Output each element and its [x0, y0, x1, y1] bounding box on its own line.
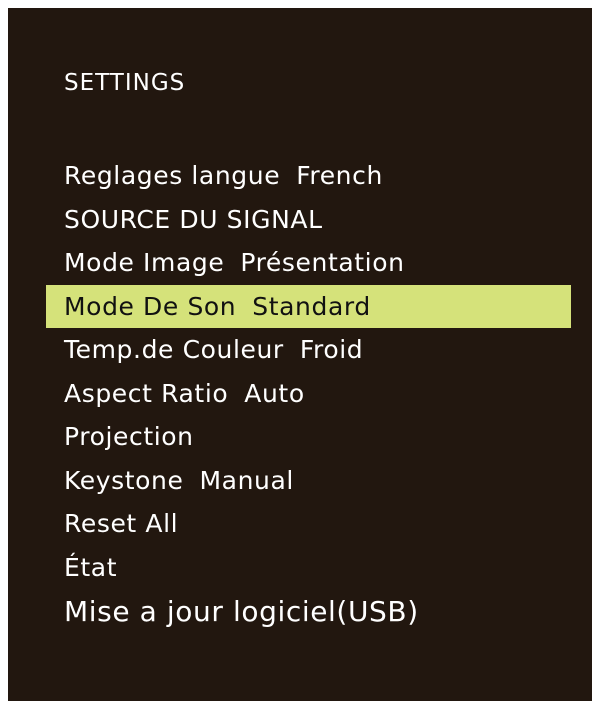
menu-item-label: SOURCE DU SIGNAL [64, 204, 323, 234]
menu-item-label: Aspect Ratio [64, 378, 229, 408]
menu-item-value: Manual [199, 465, 294, 495]
menu-title: SETTINGS [64, 70, 186, 96]
menu-item-keystone[interactable]: Keystone Manual [46, 459, 571, 503]
menu-item-value: Standard [252, 291, 371, 321]
menu-item-value: French [296, 161, 383, 190]
menu-item-sound-mode[interactable]: Mode De Son Standard [46, 284, 571, 328]
menu-item-reset-all[interactable]: Reset All [46, 502, 571, 546]
menu-item-projection[interactable]: Projection [46, 415, 571, 459]
menu-item-language[interactable]: Reglages langue French [46, 154, 571, 198]
osd-screen: SETTINGS Reglages langue French SOURCE DU… [8, 8, 592, 701]
menu-item-label: Mode Image [64, 248, 225, 277]
settings-menu: Reglages langue French SOURCE DU SIGNAL M… [46, 154, 571, 635]
menu-item-color-temp[interactable]: Temp.de Couleur Froid [46, 328, 571, 372]
menu-item-aspect-ratio[interactable]: Aspect Ratio Auto [46, 372, 571, 416]
menu-item-label: Keystone [64, 465, 184, 495]
menu-item-image-mode[interactable]: Mode Image Présentation [46, 241, 571, 285]
menu-item-value: Présentation [240, 248, 405, 277]
menu-item-label: Projection [64, 422, 194, 451]
menu-item-signal-source[interactable]: SOURCE DU SIGNAL [46, 198, 571, 242]
menu-item-status[interactable]: État [46, 546, 571, 590]
menu-item-label: Temp.de Couleur [64, 335, 284, 364]
menu-item-label: Reset All [64, 509, 179, 538]
menu-item-label: Mise a jour logiciel(USB) [64, 595, 419, 628]
menu-item-label: Mode De Son [64, 291, 237, 321]
menu-item-label: Reglages langue [64, 161, 281, 190]
menu-item-software-update[interactable]: Mise a jour logiciel(USB) [46, 589, 571, 635]
menu-item-value: Auto [244, 378, 305, 408]
menu-item-value: Froid [299, 335, 364, 364]
menu-item-label: État [64, 552, 118, 582]
